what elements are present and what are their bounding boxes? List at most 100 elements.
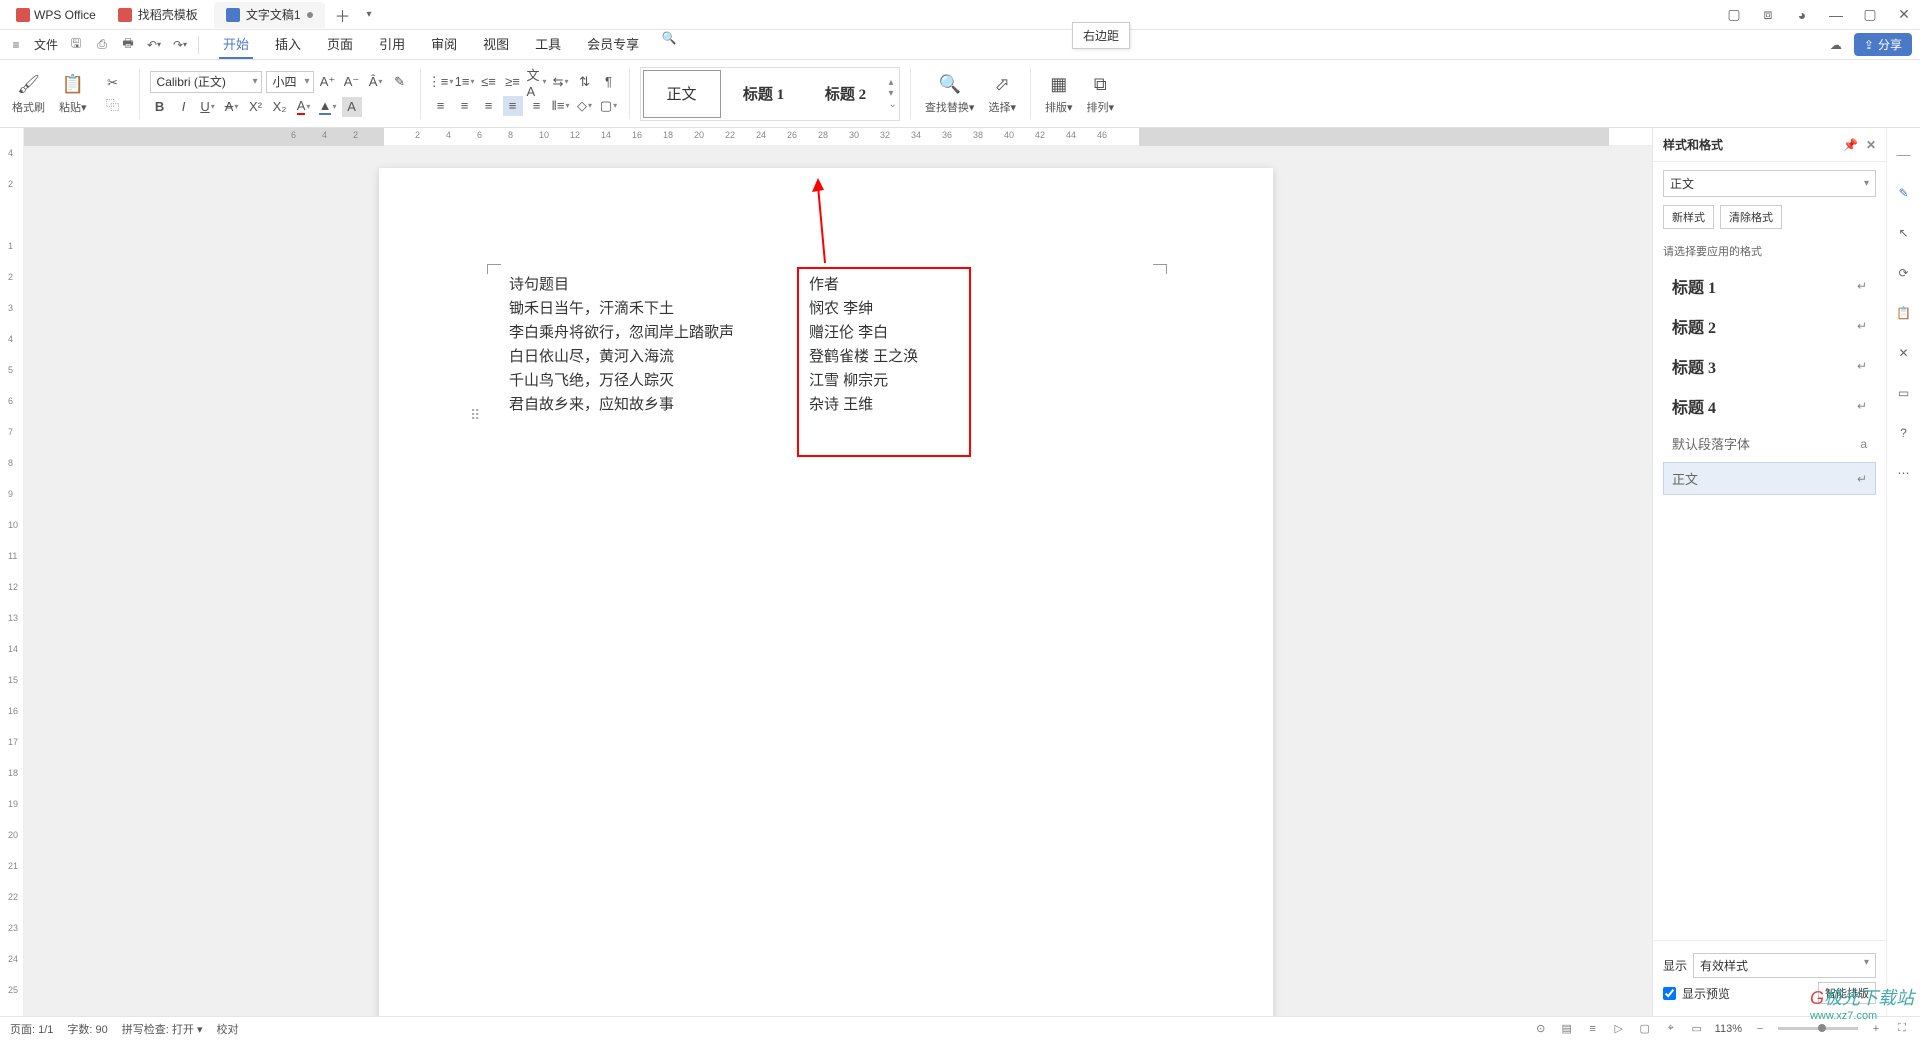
char-spacing-icon[interactable]: ⇆ — [551, 72, 571, 92]
help-icon[interactable]: ? — [1895, 424, 1913, 442]
decrease-indent-icon[interactable]: ≤≡ — [479, 72, 499, 92]
distribute-icon[interactable]: ≡ — [527, 96, 547, 116]
subscript-icon[interactable]: X₂ — [270, 97, 290, 117]
reading-mode-icon[interactable]: ▢ — [1726, 7, 1742, 23]
align-left-icon[interactable]: ≡ — [431, 96, 451, 116]
document-area[interactable]: 6422468101214161820222426283032343638404… — [24, 128, 1652, 1016]
zoom-slider[interactable] — [1778, 1027, 1858, 1030]
save-icon[interactable]: 🖫 — [68, 37, 84, 53]
pin-icon[interactable]: 📌 — [1843, 138, 1858, 152]
select-button[interactable]: ⬀ 选择▾ — [984, 71, 1020, 117]
number-list-icon[interactable]: 1≡ — [455, 72, 475, 92]
minimize-button[interactable]: — — [1828, 7, 1844, 23]
style-body[interactable]: 正文 — [643, 70, 721, 118]
status-page[interactable]: 页面: 1/1 — [10, 1021, 53, 1037]
menu-tab-page[interactable]: 页面 — [323, 30, 357, 59]
style-entry[interactable]: 默认段落字体a — [1663, 427, 1876, 460]
menu-tab-start[interactable]: 开始 — [219, 30, 253, 59]
insert-mode-icon[interactable]: ⊙ — [1533, 1021, 1549, 1037]
style-heading2[interactable]: 标题 2 — [807, 70, 885, 118]
print-preview-icon[interactable]: ⎙ — [94, 37, 110, 53]
status-words[interactable]: 字数: 90 — [67, 1021, 107, 1037]
style-entry[interactable]: 标题 1↵ — [1663, 267, 1876, 305]
font-size-combo[interactable]: 小四 — [266, 71, 314, 93]
decrease-font-icon[interactable]: A⁻ — [342, 72, 362, 92]
book-icon[interactable]: ▭ — [1895, 384, 1913, 402]
cut-icon[interactable]: ✂ — [103, 73, 123, 93]
show-filter-combo[interactable]: 有效样式 — [1693, 953, 1876, 978]
view-web-icon[interactable]: ▷ — [1611, 1021, 1627, 1037]
menu-icon[interactable]: ≡ — [8, 37, 24, 53]
cube-icon[interactable]: ⧈ — [1760, 7, 1776, 23]
font-color-icon[interactable]: A — [294, 97, 314, 117]
collapse-panel-icon[interactable]: — — [1897, 146, 1911, 162]
show-marks-icon[interactable]: ¶ — [599, 72, 619, 92]
align-right-icon[interactable]: ≡ — [479, 96, 499, 116]
style-heading1[interactable]: 标题 1 — [725, 70, 803, 118]
current-style-combo[interactable]: 正文 — [1663, 170, 1876, 197]
change-case-icon[interactable]: Ȃ — [366, 72, 386, 92]
style-gallery[interactable]: 正文 标题 1 标题 2 ▴ ▾ ⌄ — [640, 67, 900, 121]
view-focus-icon[interactable]: ⌖ — [1663, 1021, 1679, 1037]
menu-tab-tools[interactable]: 工具 — [531, 30, 565, 59]
gallery-down-icon[interactable]: ▾ — [889, 88, 897, 99]
menu-tab-review[interactable]: 审阅 — [427, 30, 461, 59]
new-tab-button[interactable]: ＋ — [327, 3, 359, 27]
highlight-icon[interactable]: ▲ — [318, 97, 338, 117]
style-list[interactable]: 标题 1↵标题 2↵标题 3↵标题 4↵默认段落字体a正文↵ — [1653, 265, 1886, 940]
view-outline-icon[interactable]: ≡ — [1585, 1021, 1601, 1037]
shading-icon[interactable]: ◇ — [575, 96, 595, 116]
preview-checkbox[interactable] — [1663, 987, 1676, 1000]
maximize-button[interactable]: ▢ — [1862, 7, 1878, 23]
zoom-plus-icon[interactable]: + — [1868, 1021, 1884, 1037]
copy-icon[interactable]: ⿻ — [103, 95, 123, 115]
zoom-out-icon[interactable]: ▭ — [1689, 1021, 1705, 1037]
line-spacing-icon[interactable]: ‖≡ — [551, 96, 571, 116]
fullscreen-icon[interactable]: ⛶ — [1894, 1021, 1910, 1037]
pencil-icon[interactable]: ✎ — [1895, 184, 1913, 202]
zoom-value[interactable]: 113% — [1715, 1023, 1742, 1035]
menu-tab-member[interactable]: 会员专享 — [583, 30, 643, 59]
share-button[interactable]: ⇪ 分享 — [1854, 33, 1912, 56]
clipboard-icon[interactable]: 📋 — [1895, 304, 1913, 322]
gallery-expand-icon[interactable]: ⌄ — [889, 99, 897, 110]
style-entry[interactable]: 标题 2↵ — [1663, 307, 1876, 345]
italic-icon[interactable]: I — [174, 97, 194, 117]
style-entry[interactable]: 正文↵ — [1663, 462, 1876, 495]
redo-icon[interactable]: ↷▾ — [172, 37, 188, 53]
bold-icon[interactable]: B — [150, 97, 170, 117]
superscript-icon[interactable]: X² — [246, 97, 266, 117]
menu-tab-reference[interactable]: 引用 — [375, 30, 409, 59]
zoom-minus-icon[interactable]: − — [1752, 1021, 1768, 1037]
border-icon[interactable]: ▢ — [599, 96, 619, 116]
strikethrough-icon[interactable]: A — [222, 97, 242, 117]
style-entry[interactable]: 标题 3↵ — [1663, 347, 1876, 385]
menu-tab-insert[interactable]: 插入 — [271, 30, 305, 59]
tab-menu-button[interactable]: ▾ — [359, 9, 380, 20]
char-shading-icon[interactable]: A — [342, 97, 362, 117]
menu-tab-view[interactable]: 视图 — [479, 30, 513, 59]
align-justify-icon[interactable]: ≡ — [503, 96, 523, 116]
increase-font-icon[interactable]: A⁺ — [318, 72, 338, 92]
more-icon[interactable]: ⋯ — [1895, 464, 1913, 482]
tab-document[interactable]: 文字文稿1 — [214, 2, 325, 28]
underline-icon[interactable]: U — [198, 97, 218, 117]
gallery-up-icon[interactable]: ▴ — [889, 77, 897, 88]
clear-format-button[interactable]: 清除格式 — [1720, 205, 1782, 229]
status-spell[interactable]: 拼写检查: 打开 ▾ — [122, 1021, 203, 1037]
file-menu[interactable]: 文件 — [34, 36, 58, 53]
style-entry[interactable]: 标题 4↵ — [1663, 387, 1876, 425]
close-button[interactable]: ✕ — [1896, 7, 1912, 23]
pointer-icon[interactable]: ↖ — [1895, 224, 1913, 242]
sort-icon[interactable]: ⇅ — [575, 72, 595, 92]
layout-button[interactable]: ▦ 排版▾ — [1041, 71, 1077, 117]
print-icon[interactable]: 🖶 — [120, 37, 136, 53]
tools-icon[interactable]: ✕ — [1895, 344, 1913, 362]
view-read-icon[interactable]: ▢ — [1637, 1021, 1653, 1037]
horizontal-ruler[interactable]: 6422468101214161820222426283032343638404… — [24, 128, 1652, 146]
sync-icon[interactable]: ⟳ — [1895, 264, 1913, 282]
vertical-ruler[interactable]: 4212345678910111213141516171819202122232… — [0, 128, 24, 1016]
paste-button[interactable]: 📋 粘贴▾ — [55, 71, 91, 117]
arrange-button[interactable]: ⧉ 排列▾ — [1083, 71, 1119, 117]
paragraph-handle-icon[interactable]: ⠿ — [470, 407, 480, 424]
